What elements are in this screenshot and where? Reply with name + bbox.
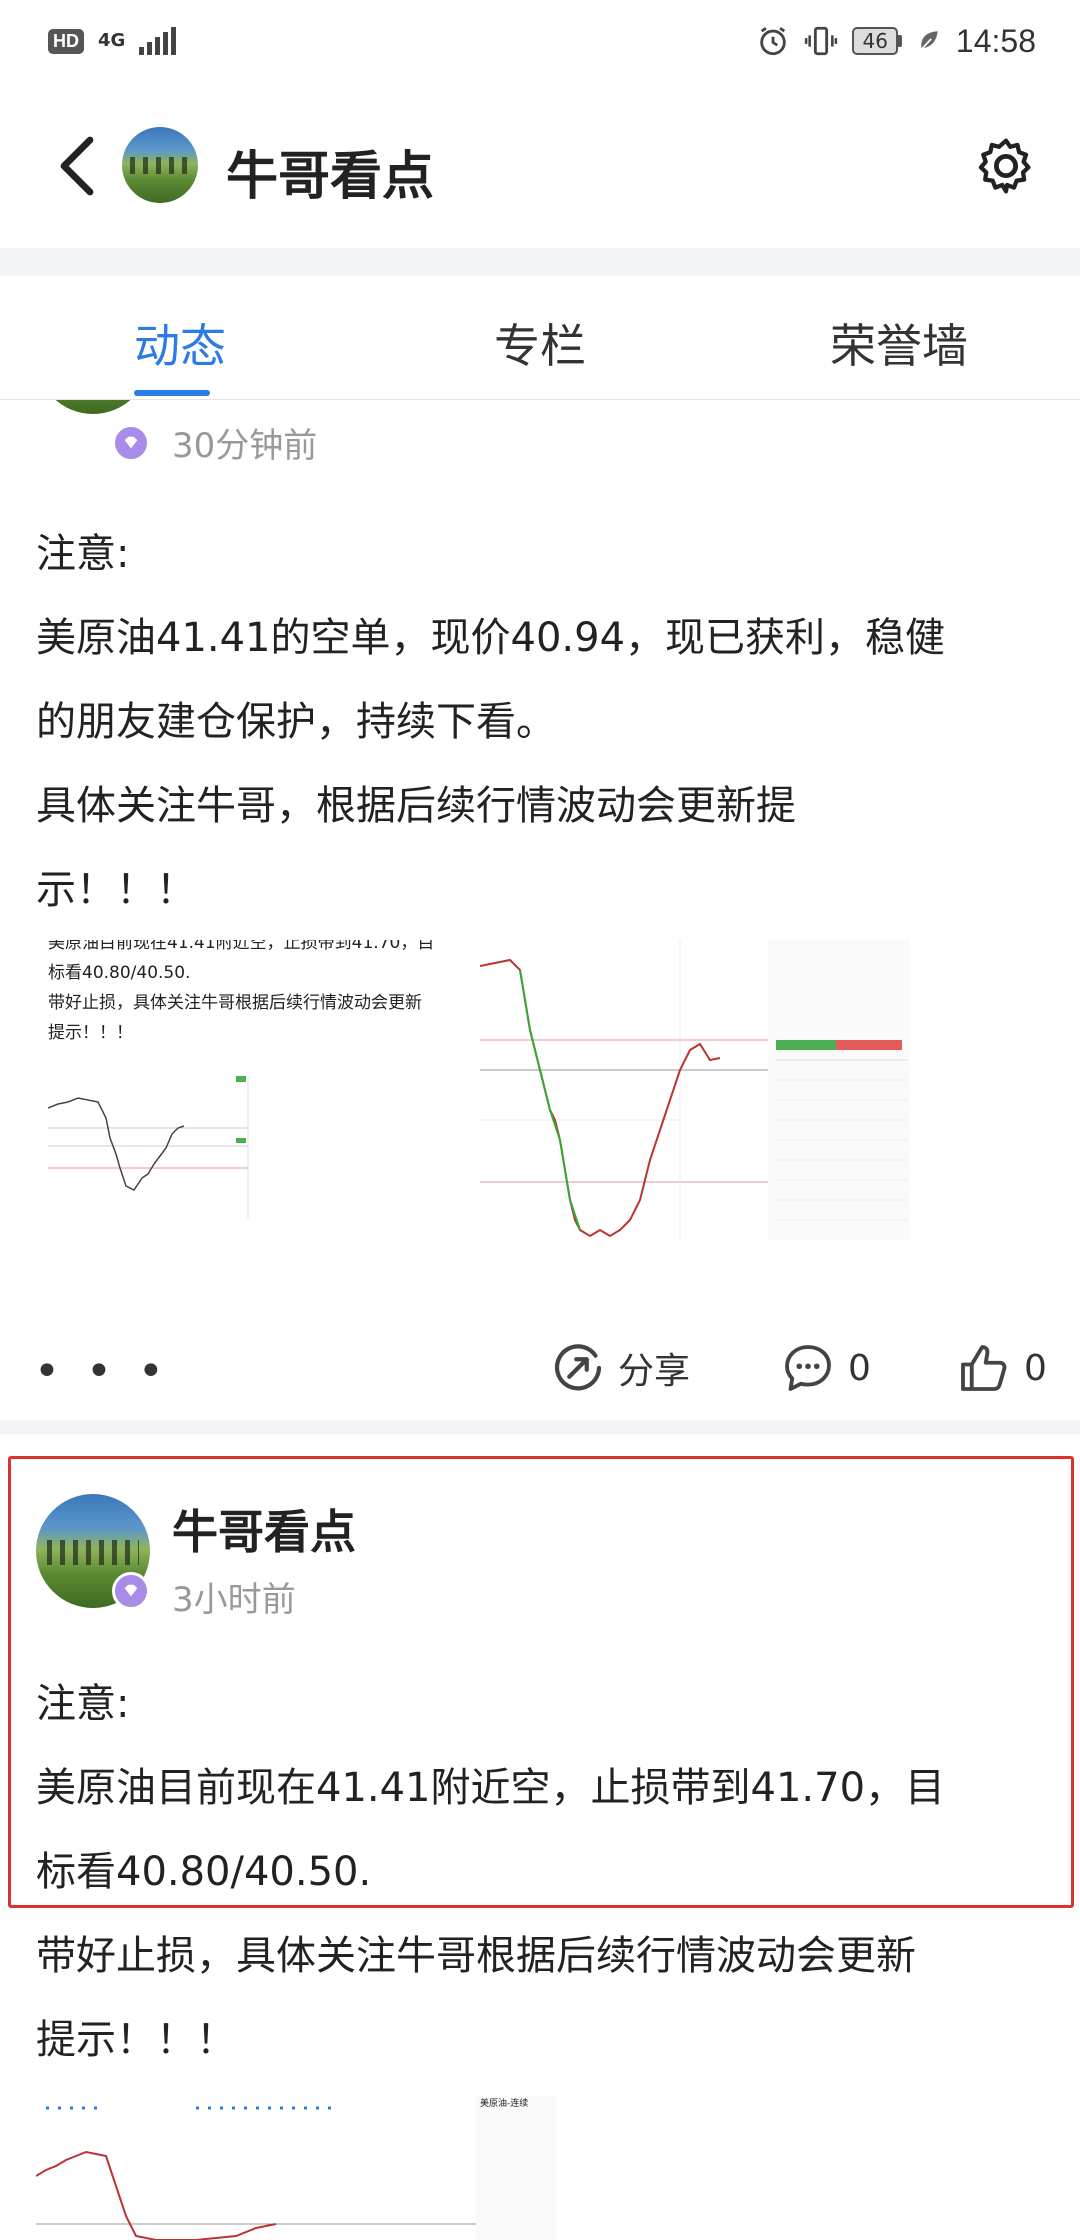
tab-indicator [134,390,210,396]
tab-column[interactable]: 专栏 [494,310,586,376]
post-image[interactable]: 美原油目前现在41.41附近空，止损带到41.70，目 标看40.80/40.5… [48,940,448,1240]
image-text-line: 提示！！！ [48,1023,133,1043]
share-button[interactable]: 分享 [550,1340,690,1396]
battery-icon: 46 [852,27,902,55]
more-icon[interactable]: • • • [34,1350,170,1394]
image-text-line: 美原油目前现在41.41附近空，止损带到41.70，目 [48,940,435,953]
verified-badge-icon [112,1572,150,1610]
post-body[interactable]: 注意: 美原油目前现在41.41附近空，止损带到41.70，目 标看40.80/… [36,1662,1046,2082]
post-body[interactable]: 注意: 美原油41.41的空单，现价40.94，现已获利，稳健 的朋友建仓保护，… [36,512,1046,932]
post-line: 的朋友建仓保护，持续下看。 [36,699,556,745]
signal-icon [139,27,177,55]
post-line: 标看40.80/40.50. [36,1849,372,1895]
like-count: 0 [1024,1347,1047,1389]
avatar[interactable] [122,127,198,203]
post-line: 美原油目前现在41.41附近空，止损带到41.70，目 [36,1765,946,1811]
header-divider [0,248,1080,276]
like-button[interactable]: 0 [956,1340,1047,1396]
tab-bar: 动态 专栏 荣誉墙 [0,276,1080,400]
post-line: 注意: [36,531,130,577]
hd-indicator: HD [48,28,84,54]
comment-count: 0 [848,1347,871,1389]
tab-honor-wall[interactable]: 荣誉墙 [830,310,968,376]
network-type: 4G [98,30,126,51]
candlestick-chart-image: 美原油-连续 [36,2096,556,2240]
post-line: 示！！！ [36,867,196,913]
tab-dynamics[interactable]: 动态 [134,310,226,376]
share-icon [554,1344,602,1391]
post-author[interactable]: 牛哥看点 [172,1496,356,1562]
post-line: 带好止损，具体关注牛哥根据后续行情波动会更新 [36,1933,916,1979]
chart-caption: 美原油-连续 [480,2097,528,2109]
comment-icon [785,1345,831,1391]
post-line: 具体关注牛哥，根据后续行情波动会更新提 [36,783,796,829]
battery-level: 46 [852,27,898,55]
vibrate-icon [805,26,838,56]
post-line: 美原油41.41的空单，现价40.94，现已获利，稳健 [36,615,946,661]
image-text-line: 标看40.80/40.50. [48,963,191,983]
post-divider [0,1420,1080,1434]
post-timestamp: 30分钟前 [172,426,318,466]
back-icon[interactable] [50,134,106,198]
post-image[interactable]: 美原油-连续 [36,2096,556,2240]
gear-icon[interactable] [974,134,1038,198]
top-app-bar: 牛哥看点 [0,82,1080,284]
like-icon [961,1345,1007,1391]
candlestick-chart-image [480,940,910,1240]
mini-chart-image [48,1076,249,1218]
image-text-line: 带好止损，具体关注牛哥根据后续行情波动会更新 [48,993,422,1013]
page-title: 牛哥看点 [226,147,435,207]
post-line: 提示！！！ [36,2017,236,2063]
share-label: 分享 [618,1351,691,1392]
leaf-icon [919,31,938,52]
post-timestamp: 3小时前 [172,1580,296,1620]
verified-badge-icon [112,424,150,462]
clock: 14:58 [955,22,1036,59]
post-image[interactable] [480,940,910,1240]
alarm-icon [760,27,787,56]
comment-button[interactable]: 0 [780,1340,871,1396]
post-action-bar: • • • 分享 0 0 [0,1320,1080,1420]
status-bar: HD 4G 46 14:58 [0,0,1080,82]
post-line: 注意: [36,1681,130,1727]
